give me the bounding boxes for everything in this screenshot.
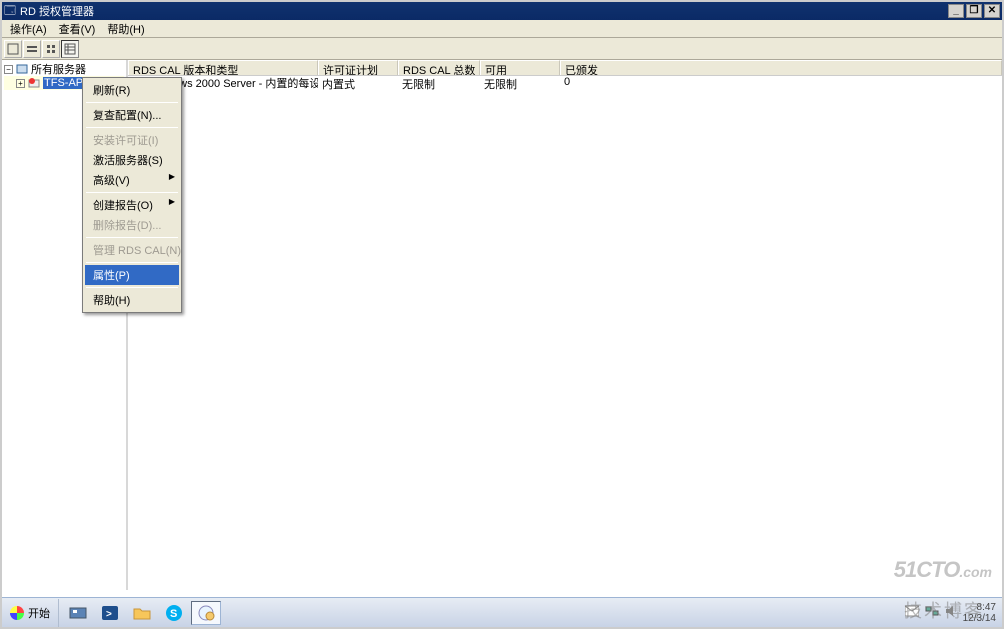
task-rd-licensing[interactable] bbox=[191, 601, 221, 625]
details-view-icon bbox=[64, 43, 76, 55]
servers-icon bbox=[15, 63, 29, 75]
tray-sound-icon[interactable] bbox=[945, 605, 957, 620]
cell-total: 无限制 bbox=[398, 76, 480, 90]
ctx-activate[interactable]: 激活服务器(S) bbox=[85, 150, 179, 170]
toolbar-button-3[interactable] bbox=[42, 40, 60, 58]
tray-mail-icon[interactable] bbox=[905, 605, 919, 620]
separator bbox=[86, 102, 178, 103]
toolbar bbox=[2, 38, 1002, 60]
col-avail[interactable]: 可用 bbox=[480, 60, 560, 75]
app-icon: 🗔 bbox=[4, 5, 16, 17]
ctx-delete-report: 删除报告(D)... bbox=[85, 215, 179, 235]
tree-root[interactable]: − 所有服务器 bbox=[4, 62, 124, 76]
title-bar: 🗔 RD 授权管理器 _ ❐ ✕ bbox=[2, 2, 1002, 20]
skype-icon: S bbox=[164, 604, 184, 622]
menu-bar: 操作(A) 查看(V) 帮助(H) bbox=[2, 20, 1002, 38]
col-version[interactable]: RDS CAL 版本和类型 bbox=[128, 60, 318, 75]
ctx-create-report[interactable]: 创建报告(O) bbox=[85, 195, 179, 215]
svg-text:>: > bbox=[106, 609, 112, 620]
window-title: RD 授权管理器 bbox=[20, 3, 946, 19]
separator bbox=[86, 127, 178, 128]
minimize-button[interactable]: _ bbox=[948, 4, 964, 18]
menu-help[interactable]: 帮助(H) bbox=[101, 19, 150, 39]
licensing-icon bbox=[196, 604, 216, 622]
separator bbox=[86, 192, 178, 193]
separator bbox=[86, 262, 178, 263]
task-skype[interactable]: S bbox=[159, 601, 189, 625]
col-plan[interactable]: 许可证计划 bbox=[318, 60, 398, 75]
menu-action[interactable]: 操作(A) bbox=[4, 19, 53, 39]
server-manager-icon bbox=[68, 604, 88, 622]
clock[interactable]: 8:47 12/3/14 bbox=[963, 602, 996, 624]
collapse-icon[interactable]: − bbox=[4, 65, 13, 74]
tool-icon bbox=[7, 43, 19, 55]
folder-icon bbox=[132, 604, 152, 622]
server-icon bbox=[27, 77, 41, 89]
quick-launch: > S bbox=[59, 601, 225, 625]
powershell-icon: > bbox=[100, 604, 120, 622]
col-issued[interactable]: 已颁发 bbox=[560, 60, 1002, 75]
separator bbox=[86, 287, 178, 288]
ctx-advanced[interactable]: 高级(V) bbox=[85, 170, 179, 190]
cell-issued: 0 bbox=[560, 76, 1002, 90]
context-menu: 刷新(R) 复查配置(N)... 安装许可证(I) 激活服务器(S) 高级(V)… bbox=[82, 77, 182, 313]
start-button[interactable]: 开始 bbox=[2, 599, 59, 627]
toolbar-button-2[interactable] bbox=[23, 40, 41, 58]
tree-root-label: 所有服务器 bbox=[31, 61, 86, 77]
list-header: RDS CAL 版本和类型 许可证计划 RDS CAL 总数 可用 已颁发 bbox=[128, 60, 1002, 76]
ctx-properties[interactable]: 属性(P) bbox=[85, 265, 179, 285]
toolbar-button-1[interactable] bbox=[4, 40, 22, 58]
toolbar-button-4[interactable] bbox=[61, 40, 79, 58]
ctx-manage-cal: 管理 RDS CAL(N) bbox=[85, 240, 179, 260]
clock-date: 12/3/14 bbox=[963, 613, 996, 624]
ctx-help[interactable]: 帮助(H) bbox=[85, 290, 179, 310]
svg-text:S: S bbox=[170, 608, 177, 620]
task-server-manager[interactable] bbox=[63, 601, 93, 625]
windows-orb-icon bbox=[10, 606, 24, 620]
ctx-review[interactable]: 复查配置(N)... bbox=[85, 105, 179, 125]
ctx-install: 安装许可证(I) bbox=[85, 130, 179, 150]
list-pane: RDS CAL 版本和类型 许可证计划 RDS CAL 总数 可用 已颁发 Wi… bbox=[128, 60, 1002, 590]
cell-avail: 无限制 bbox=[480, 76, 560, 90]
expand-icon[interactable]: + bbox=[16, 79, 25, 88]
separator bbox=[86, 237, 178, 238]
close-button[interactable]: ✕ bbox=[984, 4, 1000, 18]
start-label: 开始 bbox=[28, 605, 50, 621]
col-total[interactable]: RDS CAL 总数 bbox=[398, 60, 480, 75]
maximize-button[interactable]: ❐ bbox=[966, 4, 982, 18]
tool-icon bbox=[45, 43, 57, 55]
menu-view[interactable]: 查看(V) bbox=[53, 19, 102, 39]
tool-icon bbox=[26, 43, 38, 55]
ctx-refresh[interactable]: 刷新(R) bbox=[85, 80, 179, 100]
list-row[interactable]: Windows 2000 Server - 内置的每设备… 内置式 无限制 无限… bbox=[128, 76, 1002, 90]
system-tray: 8:47 12/3/14 bbox=[899, 602, 1002, 624]
task-explorer[interactable] bbox=[127, 601, 157, 625]
cell-plan: 内置式 bbox=[318, 76, 398, 90]
task-powershell[interactable]: > bbox=[95, 601, 125, 625]
clock-time: 8:47 bbox=[963, 602, 996, 613]
taskbar: 开始 > S 8:47 12/3/14 bbox=[2, 597, 1002, 627]
tray-network-icon[interactable] bbox=[925, 605, 939, 620]
